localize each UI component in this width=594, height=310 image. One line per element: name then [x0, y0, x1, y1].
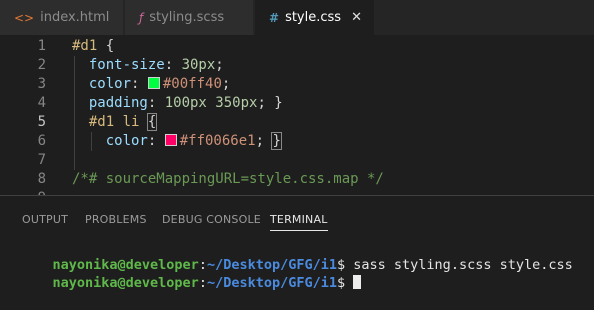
code-token: /*# sourceMappingURL=style.css.map */: [72, 171, 384, 187]
tab-output[interactable]: OUTPUT: [22, 213, 68, 226]
tab-debug-console[interactable]: DEBUG CONSOLE: [162, 213, 261, 226]
line-number: 6: [37, 133, 46, 149]
code-token: #d1: [72, 38, 98, 54]
line-number: 2: [37, 57, 46, 73]
tab-label: index.html: [40, 10, 110, 25]
editor-tab-bar: <> index.html ƒ styling.scss # style.css…: [0, 0, 594, 35]
code-text: #d1 {: [72, 37, 114, 56]
code-line[interactable]: 8 /*# sourceMappingURL=style.css.map */: [0, 170, 594, 189]
code-text: color: #ff0066e1; }: [72, 132, 282, 151]
line-number: 1: [37, 38, 46, 54]
code-token: #d1 li: [72, 114, 148, 130]
code-text: #d1 li {: [72, 113, 158, 132]
terminal-separator: :: [198, 275, 207, 291]
code-token: #00ff40: [162, 76, 222, 92]
code-token: ;: [215, 57, 224, 73]
code-token: 30px: [181, 57, 216, 73]
code-line[interactable]: 1 #d1 {: [0, 37, 594, 56]
code-line[interactable]: 4 padding: 100px 350px; }: [0, 94, 594, 113]
line-number: 4: [37, 95, 46, 111]
code-token: font-size: [72, 57, 165, 73]
code-token: ;: [255, 133, 273, 149]
tab-label: styling.scss: [149, 10, 225, 25]
code-token: color: [72, 133, 148, 149]
code-text: font-size: 30px;: [72, 56, 224, 75]
color-swatch[interactable]: [164, 134, 177, 146]
code-text: /*# sourceMappingURL=style.css.map */: [72, 170, 384, 189]
terminal-path: ~/Desktop/GFG/i1: [206, 275, 338, 291]
code-line[interactable]: 2 font-size: 30px;: [0, 56, 594, 75]
code-token: color: [72, 76, 132, 92]
code-token: ; }: [257, 95, 283, 111]
tab-styling-scss[interactable]: ƒ styling.scss: [125, 0, 254, 35]
tab-terminal[interactable]: TERMINAL: [270, 213, 328, 231]
terminal-prompt: $: [337, 275, 354, 291]
code-token: padding: [72, 95, 148, 111]
sass-file-icon: ƒ: [139, 10, 144, 25]
code-text: padding: 100px 350px; }: [72, 94, 283, 113]
color-swatch[interactable]: [147, 77, 160, 89]
terminal-line: nayonika@developer:~/Desktop/GFG/i1$ sas…: [20, 238, 573, 273]
bottom-panel: OUTPUT PROBLEMS DEBUG CONSOLE TERMINAL n…: [0, 195, 594, 291]
line-number: 8: [37, 171, 46, 187]
code-line[interactable]: 5 #d1 li {: [0, 113, 594, 132]
terminal-cursor: [353, 275, 362, 289]
line-number: 7: [37, 152, 46, 168]
matched-bracket: }: [271, 132, 282, 150]
code-token: #ff0066e1: [179, 133, 256, 149]
terminal-command: sass styling.scss style.css: [353, 257, 573, 273]
css-file-icon: #: [269, 10, 280, 25]
terminal-line[interactable]: nayonika@developer:~/Desktop/GFG/i1$: [20, 256, 362, 291]
tab-problems[interactable]: PROBLEMS: [85, 213, 147, 226]
code-line[interactable]: 3 color: #00ff40;: [0, 75, 594, 94]
code-token: :: [131, 76, 148, 92]
line-number: 3: [37, 76, 46, 92]
indent-guide: [74, 56, 75, 170]
code-line[interactable]: 7: [0, 151, 594, 170]
code-token: :: [147, 95, 165, 111]
terminal-user: nayonika@developer: [52, 275, 199, 291]
code-text: color: #00ff40;: [72, 75, 230, 94]
code-token: {: [97, 38, 115, 54]
code-line[interactable]: 6 color: #ff0066e1; }: [0, 132, 594, 151]
tab-style-css[interactable]: # style.css ✕: [255, 0, 375, 35]
code-token: :: [147, 133, 165, 149]
code-token: :: [164, 57, 182, 73]
code-token: 100px 350px: [164, 95, 258, 111]
code-editor[interactable]: 1 #d1 {2 font-size: 30px; 3 color: #00ff40…: [0, 35, 594, 195]
html-file-icon: <>: [14, 10, 35, 25]
line-number: 5: [37, 114, 46, 130]
code-token: ;: [221, 76, 231, 92]
matched-bracket: {: [146, 113, 158, 131]
close-icon[interactable]: ✕: [351, 10, 362, 25]
tab-index-html[interactable]: <> index.html: [0, 0, 124, 35]
indent-guide: [91, 132, 92, 151]
tab-label: style.css: [285, 10, 342, 25]
